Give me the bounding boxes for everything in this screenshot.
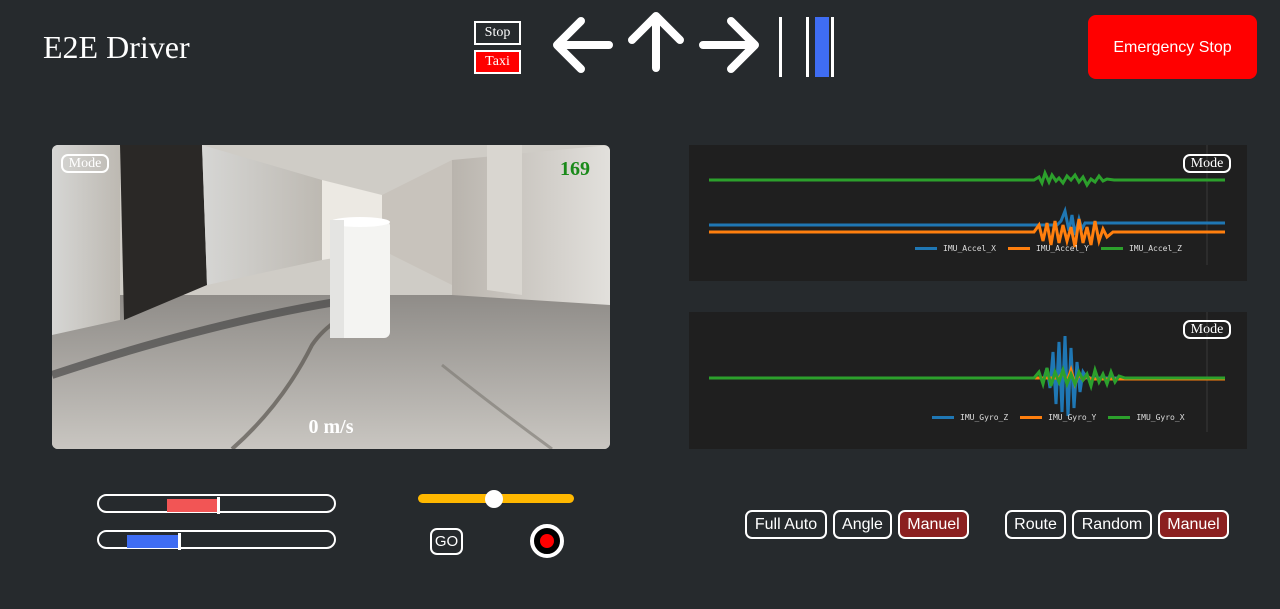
- stop-button[interactable]: Stop: [474, 21, 521, 45]
- app-title: E2E Driver: [43, 29, 190, 65]
- steering-bar-marker: [178, 533, 181, 550]
- steering-bar: [97, 530, 336, 550]
- taxi-button[interactable]: Taxi: [474, 50, 521, 74]
- accel-mode-button[interactable]: Mode: [1183, 154, 1231, 173]
- accel-z-line: [709, 168, 1225, 188]
- manuel-route-button[interactable]: Manuel: [1158, 510, 1229, 539]
- gyro-z-line: [709, 335, 1225, 417]
- gyro-legend: IMU_Gyro_Z IMU_Gyro_Y IMU_Gyro_X: [932, 413, 1185, 422]
- arrow-left-icon[interactable]: [549, 14, 615, 76]
- steering-indicator-right: [831, 17, 834, 77]
- frame-counter: 169: [560, 158, 590, 180]
- legend-gyro-z: IMU_Gyro_Z: [960, 413, 1009, 422]
- camera-scene: [52, 145, 610, 449]
- speed-readout: 0 m/s: [308, 416, 354, 438]
- route-button[interactable]: Route: [1005, 510, 1066, 539]
- throttle-bar-marker: [217, 497, 220, 514]
- gyro-chart-plot: [709, 312, 1225, 432]
- throttle-bar: [97, 494, 336, 514]
- speed-slider-thumb[interactable]: [485, 490, 503, 508]
- go-button[interactable]: GO: [430, 528, 463, 555]
- random-button[interactable]: Random: [1072, 510, 1152, 539]
- camera-feed: Mode 169 0 m/s: [52, 145, 610, 449]
- divider-line: [779, 17, 782, 77]
- accel-chart-plot: [709, 145, 1225, 265]
- gyro-chart: Mode IMU_Gyro_Z IMU_Gyro_Y IMU_Gyro_X: [689, 312, 1247, 449]
- full-auto-button[interactable]: Full Auto: [745, 510, 827, 539]
- steering-indicator-left: [806, 17, 809, 77]
- throttle-bar-fill: [167, 499, 217, 512]
- gyro-mode-button[interactable]: Mode: [1183, 320, 1231, 339]
- legend-accel-y: IMU_Accel_Y: [1035, 244, 1089, 253]
- emergency-stop-button[interactable]: Emergency Stop: [1088, 15, 1257, 79]
- record-icon: [540, 534, 554, 548]
- steering-bar-fill: [127, 535, 178, 548]
- accel-chart: Mode IMU_Accel_X IMU_Accel_Y IMU_Accel_Z: [689, 145, 1247, 281]
- speed-slider[interactable]: [418, 490, 574, 508]
- legend-accel-z: IMU_Accel_Z: [1128, 244, 1182, 253]
- manuel-drive-button[interactable]: Manuel: [898, 510, 969, 539]
- camera-mode-button[interactable]: Mode: [61, 154, 109, 173]
- arrow-right-icon[interactable]: [697, 14, 763, 76]
- steering-indicator-fill: [815, 17, 829, 77]
- gyro-x-line: [709, 364, 1225, 392]
- accel-legend: IMU_Accel_X IMU_Accel_Y IMU_Accel_Z: [915, 244, 1182, 253]
- record-button[interactable]: [530, 524, 564, 558]
- legend-gyro-y: IMU_Gyro_Y: [1048, 413, 1097, 422]
- arrow-up-icon[interactable]: [625, 8, 687, 74]
- legend-accel-x: IMU_Accel_X: [943, 244, 996, 253]
- legend-gyro-x: IMU_Gyro_X: [1136, 413, 1185, 422]
- angle-button[interactable]: Angle: [833, 510, 892, 539]
